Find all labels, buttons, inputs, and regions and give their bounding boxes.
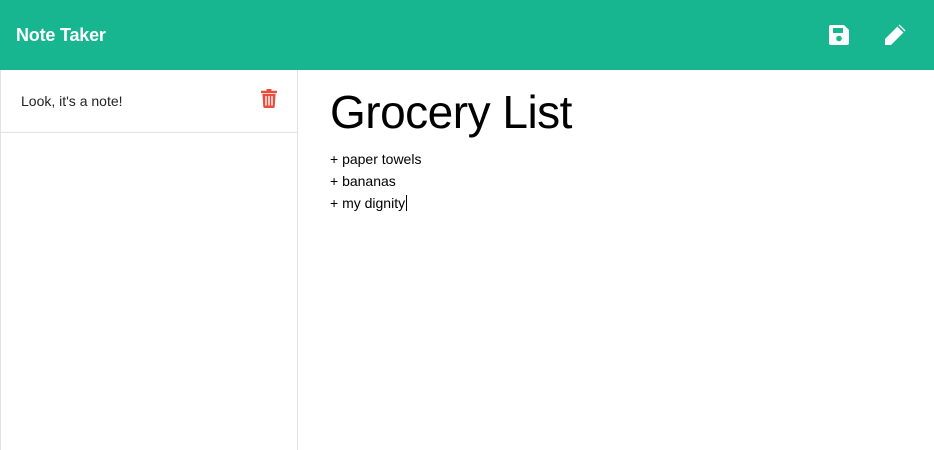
note-title-input[interactable] (330, 84, 910, 140)
trash-icon (261, 89, 277, 108)
navbar-actions (826, 22, 908, 48)
note-text-line: + paper towels (330, 151, 422, 167)
text-cursor (406, 195, 408, 211)
pencil-icon (885, 24, 906, 45)
floppy-disk-icon (829, 25, 849, 45)
note-text-line-content: + my dignity (330, 195, 406, 211)
delete-note-button[interactable] (261, 89, 277, 108)
note-list-item[interactable]: Look, it's a note! (1, 70, 297, 133)
note-text-area[interactable]: + paper towels + bananas + my dignity (330, 148, 910, 214)
new-note-button[interactable] (882, 22, 908, 48)
notes-sidebar: Look, it's a note! (0, 70, 298, 450)
note-list-item-title: Look, it's a note! (21, 93, 123, 109)
save-note-button[interactable] (826, 22, 852, 48)
navbar: Note Taker (0, 0, 934, 70)
note-text-line-last: + my dignity (330, 192, 910, 214)
note-editor: + paper towels + bananas + my dignity (298, 70, 934, 450)
note-text-line: + bananas (330, 173, 396, 189)
app-title[interactable]: Note Taker (16, 25, 106, 46)
